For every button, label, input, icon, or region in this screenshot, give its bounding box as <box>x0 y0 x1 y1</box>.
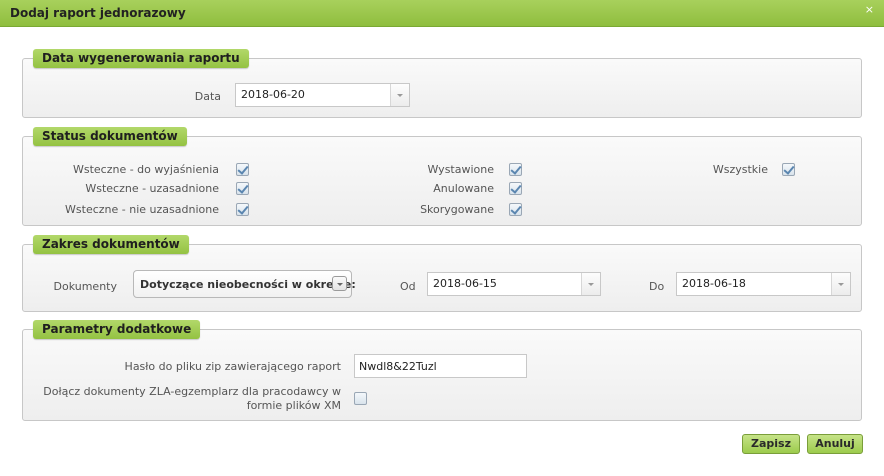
zla-checkbox[interactable] <box>354 392 367 405</box>
status-label-retro-justified: Wsteczne - uzasadnione <box>85 182 219 195</box>
date-label: Data <box>194 90 221 103</box>
zla-label-line2: formie plików XM <box>246 399 341 412</box>
zla-label-line1: Dołącz dokumenty ZLA-egzemplarz dla prac… <box>43 385 341 398</box>
close-icon[interactable]: × <box>865 3 874 16</box>
status-checkbox-retro-justified[interactable] <box>236 182 249 195</box>
status-label-corrected: Skorygowane <box>420 203 494 216</box>
chevron-down-icon[interactable] <box>831 273 850 295</box>
status-label-cancelled: Anulowane <box>433 182 494 195</box>
password-value: Nwdl8&22Tuzl <box>359 360 437 373</box>
section-report-date-legend: Data wygenerowania raportu <box>33 49 249 68</box>
section-additional-params-legend: Parametry dodatkowe <box>33 320 201 339</box>
date-field[interactable]: 2018-06-20 <box>235 83 410 107</box>
date-value: 2018-06-20 <box>241 88 305 101</box>
status-label-retro-unjustified: Wsteczne - nie uzasadnione <box>65 203 219 216</box>
section-document-range-legend: Zakres dokumentów <box>33 235 189 254</box>
status-label-all: Wszystkie <box>712 163 768 176</box>
section-report-date: Data wygenerowania raportu Data 2018-06-… <box>22 49 862 118</box>
to-date-value: 2018-06-18 <box>682 277 746 290</box>
chevron-down-icon[interactable] <box>390 84 409 106</box>
documents-select-value: Dotyczące nieobecności w okresie: <box>140 278 356 291</box>
from-date-value: 2018-06-15 <box>433 277 497 290</box>
password-label: Hasło do pliku zip zawierającego raport <box>124 360 341 373</box>
status-checkbox-corrected[interactable] <box>509 203 522 216</box>
from-label: Od <box>400 280 416 293</box>
dialog-titlebar: Dodaj raport jednorazowy × <box>0 0 884 27</box>
to-date-field[interactable]: 2018-06-18 <box>676 272 851 296</box>
status-checkbox-all[interactable] <box>782 163 795 176</box>
chevron-down-icon[interactable] <box>332 276 347 291</box>
status-checkbox-issued[interactable] <box>509 163 522 176</box>
section-document-status: Status dokumentów Wsteczne - do wyjaśnie… <box>22 127 862 226</box>
from-date-field[interactable]: 2018-06-15 <box>427 272 601 296</box>
section-document-range: Zakres dokumentów Dokumenty Dotyczące ni… <box>22 235 862 312</box>
section-document-status-legend: Status dokumentów <box>33 127 187 146</box>
status-checkbox-cancelled[interactable] <box>509 182 522 195</box>
status-checkbox-retro-unjustified[interactable] <box>236 203 249 216</box>
documents-label: Dokumenty <box>53 280 117 293</box>
cancel-button[interactable]: Anuluj <box>807 434 863 454</box>
password-input[interactable]: Nwdl8&22Tuzl <box>354 354 527 378</box>
status-label-retro-explain: Wsteczne - do wyjaśnienia <box>72 163 219 176</box>
to-label: Do <box>649 280 665 293</box>
documents-select[interactable]: Dotyczące nieobecności w okresie: <box>133 270 356 298</box>
dialog-title: Dodaj raport jednorazowy <box>10 6 186 20</box>
save-button[interactable]: Zapisz <box>742 434 800 454</box>
chevron-down-icon[interactable] <box>581 273 600 295</box>
section-additional-params: Parametry dodatkowe Hasło do pliku zip z… <box>22 320 862 421</box>
status-label-issued: Wystawione <box>427 163 495 176</box>
status-checkbox-retro-explain[interactable] <box>236 163 249 176</box>
